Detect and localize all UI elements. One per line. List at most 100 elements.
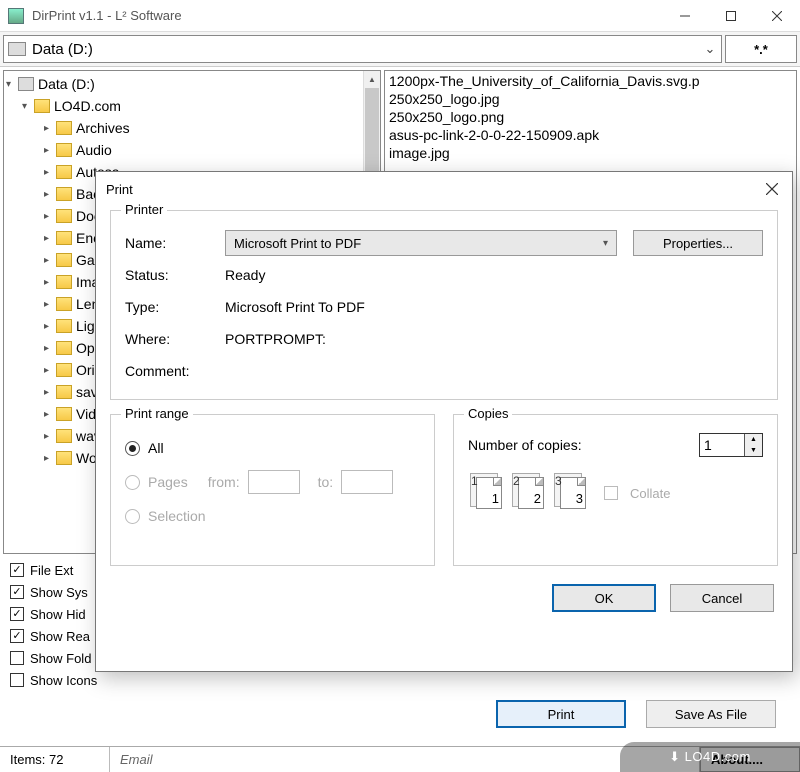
print-dialog: Print Printer Name: Microsoft Print to P…: [95, 171, 793, 672]
file-item[interactable]: asus-pc-link-2-0-0-22-150909.apk: [389, 127, 792, 145]
maximize-button[interactable]: [708, 1, 754, 31]
folder-icon: [56, 275, 72, 289]
status-email[interactable]: Email: [110, 747, 700, 772]
file-item[interactable]: 1200px-The_University_of_California_Davi…: [389, 73, 792, 91]
checkbox-icon[interactable]: ✓: [10, 563, 24, 577]
app-icon: [8, 8, 24, 24]
spin-down-icon[interactable]: ▼: [745, 445, 762, 456]
option-row[interactable]: Show Icons: [10, 669, 790, 691]
drive-bar: Data (D:) ⌄ *.*: [0, 32, 800, 67]
printer-type-label: Type:: [125, 299, 225, 315]
cancel-label: Cancel: [702, 591, 742, 606]
printer-name-select[interactable]: Microsoft Print to PDF ▾: [225, 230, 617, 256]
printer-status-label: Status:: [125, 267, 225, 283]
close-button[interactable]: [754, 1, 800, 31]
checkbox-icon[interactable]: ✓: [10, 607, 24, 621]
file-item[interactable]: image.jpg: [389, 145, 792, 163]
window-buttons: [662, 1, 800, 31]
copies-group: Copies Number of copies: ▲▼ 11 22 33 Col…: [453, 414, 778, 566]
range-pages-radio: [125, 475, 140, 490]
copies-value[interactable]: [700, 434, 744, 456]
print-button[interactable]: Print: [496, 700, 626, 728]
bottom-buttons: Print Save As File: [496, 700, 776, 728]
properties-label: Properties...: [663, 236, 733, 251]
drive-icon: [18, 77, 34, 91]
ok-button[interactable]: OK: [552, 584, 656, 612]
range-to-label: to:: [318, 474, 334, 490]
drive-selector[interactable]: Data (D:) ⌄: [3, 35, 722, 63]
range-to-field: [341, 470, 393, 494]
tree-item[interactable]: ▸Audio: [6, 139, 378, 161]
copies-group-label: Copies: [464, 406, 512, 421]
scroll-up-icon[interactable]: ▲: [364, 71, 380, 88]
titlebar: DirPrint v1.1 - L² Software: [0, 0, 800, 32]
filter-text: *.*: [754, 42, 768, 57]
range-from-field: [248, 470, 300, 494]
dialog-title: Print: [106, 182, 752, 197]
print-range-group: Print range All Pages from: to: Selectio…: [110, 414, 435, 566]
range-selection-radio: [125, 509, 140, 524]
ok-label: OK: [595, 591, 614, 606]
range-all-label: All: [148, 440, 164, 456]
tree-item[interactable]: ▸Archives: [6, 117, 378, 139]
checkbox-icon[interactable]: ✓: [10, 629, 24, 643]
page-preview-icon: 11: [476, 477, 502, 509]
folder-icon: [56, 429, 72, 443]
checkbox-icon[interactable]: [10, 673, 24, 687]
option-label: Show Rea: [30, 629, 90, 644]
cancel-button[interactable]: Cancel: [670, 584, 774, 612]
page-preview-icon: 22: [518, 477, 544, 509]
dialog-titlebar: Print: [96, 172, 792, 206]
printer-group-label: Printer: [121, 202, 167, 217]
spin-up-icon[interactable]: ▲: [745, 434, 762, 445]
folder-icon: [56, 253, 72, 267]
page-preview-icon: 33: [560, 477, 586, 509]
checkbox-icon[interactable]: [10, 651, 24, 665]
checkbox-icon[interactable]: ✓: [10, 585, 24, 599]
chevron-down-icon: ▾: [603, 238, 608, 249]
folder-icon: [56, 165, 72, 179]
folder-icon: [56, 121, 72, 135]
file-item[interactable]: 250x250_logo.jpg: [389, 91, 792, 109]
range-all-radio[interactable]: [125, 441, 140, 456]
drive-icon: [8, 42, 26, 56]
folder-icon: [34, 99, 50, 113]
properties-button[interactable]: Properties...: [633, 230, 763, 256]
minimize-button[interactable]: [662, 1, 708, 31]
option-label: File Ext: [30, 563, 73, 578]
status-items: Items: 72: [0, 747, 110, 772]
option-label: Show Sys: [30, 585, 88, 600]
chevron-down-icon: ⌄: [703, 41, 717, 57]
print-button-label: Print: [548, 707, 575, 722]
folder-icon: [56, 297, 72, 311]
folder-icon: [56, 209, 72, 223]
range-pages-label: Pages: [148, 474, 188, 490]
folder-icon: [56, 319, 72, 333]
printer-group: Printer Name: Microsoft Print to PDF ▾ P…: [110, 210, 778, 400]
option-label: Show Hid: [30, 607, 86, 622]
save-as-file-button[interactable]: Save As File: [646, 700, 776, 728]
copies-spinbox[interactable]: ▲▼: [699, 433, 763, 457]
file-item[interactable]: 250x250_logo.png: [389, 109, 792, 127]
folder-icon: [56, 451, 72, 465]
printer-comment-label: Comment:: [125, 363, 225, 379]
save-as-button-label: Save As File: [675, 707, 747, 722]
file-filter[interactable]: *.*: [725, 35, 797, 63]
watermark: ⬇ LO4D.com: [620, 742, 800, 772]
tree-folder[interactable]: ▾LO4D.com: [6, 95, 378, 117]
dialog-buttons: OK Cancel: [110, 584, 778, 612]
printer-name-value: Microsoft Print to PDF: [234, 236, 603, 251]
printer-where-value: PORTPROMPT:: [225, 331, 326, 347]
dialog-close-button[interactable]: [752, 174, 792, 204]
printer-status-value: Ready: [225, 267, 265, 283]
tree-root[interactable]: ▾Data (D:): [6, 73, 378, 95]
printer-type-value: Microsoft Print To PDF: [225, 299, 365, 315]
folder-icon: [56, 385, 72, 399]
printer-name-label: Name:: [125, 235, 225, 251]
folder-icon: [56, 341, 72, 355]
drive-label: Data (D:): [32, 41, 703, 58]
folder-icon: [56, 143, 72, 157]
folder-icon: [56, 363, 72, 377]
option-label: Show Icons: [30, 673, 97, 688]
range-group-label: Print range: [121, 406, 193, 421]
